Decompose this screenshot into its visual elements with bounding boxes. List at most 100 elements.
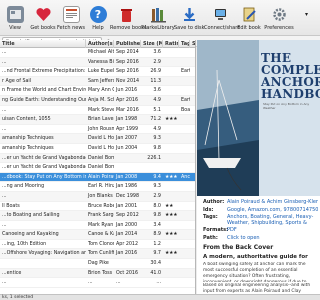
save-icon: [181, 6, 198, 23]
cell-title: ll Boats: [2, 203, 20, 209]
cell-published: Apr 1999: [116, 126, 139, 132]
table-row[interactable]: ... Vanessa BirdSep 2016 2.9: [0, 57, 195, 68]
cell-author: Daniel Bom...: [88, 165, 114, 171]
table-row[interactable]: ............: [0, 278, 195, 288]
column-header-rating[interactable]: Rating: [163, 40, 179, 48]
cell-rating: [163, 163, 179, 173]
cell-author: Mark Ryan: [88, 222, 114, 228]
toolbar-overflow-button[interactable]: ▾: [298, 2, 312, 34]
cell-title: ...er un Yacht de Grand Vagabondage Océa…: [2, 165, 86, 171]
column-header-size[interactable]: Size (MB): [141, 40, 163, 48]
table-row[interactable]: n Frame the World and Chart Environmenta…: [0, 86, 195, 96]
table-row[interactable]: ...ng and Mooring Earl R. Hinz Jan 1986 9.3: [0, 182, 195, 192]
cell-rating: [163, 278, 179, 288]
table-row[interactable]: ... John Rousmani...Apr 1999 4.9: [0, 125, 195, 135]
table-row[interactable]: ...ing, 10th Edition Tom Clonon Apr 2012 1.…: [0, 240, 195, 250]
table-row[interactable]: ...er un Yacht de Grand Vagabondage Océa…: [0, 153, 195, 164]
book-cover[interactable]: THE COMPLETE ANCHORING HANDBOOK Stay Put…: [197, 40, 320, 196]
cell-size: 9.3: [153, 136, 161, 142]
table-row[interactable]: ... Michael Alta...Sep 2014 3.6: [0, 48, 195, 58]
table-row[interactable]: amanship Techniques David L HouseJan 2007…: [0, 134, 195, 144]
table-row[interactable]: ... Mark StevensMar 2016 5.1 Boating, Earth…: [0, 106, 195, 116]
metadata-ids: Ids: Google, Amazon.com, 9780071475082: [203, 206, 318, 214]
fetch-news-button[interactable]: Fetch news: [56, 2, 86, 34]
table-row[interactable]: amanship Techniques David L HouseJun 2004…: [0, 144, 195, 154]
help-icon: ?: [89, 6, 107, 23]
remove-books-button[interactable]: Remove books: [110, 2, 147, 34]
view-button[interactable]: View: [0, 2, 30, 34]
cell-series: [190, 144, 195, 154]
cell-tags: [179, 269, 190, 279]
table-row[interactable]: ...entice Brion Toss Oct 2016 41.0: [0, 268, 195, 279]
cell-series: [190, 134, 195, 144]
cell-tags: [179, 144, 190, 154]
cell-rating: [163, 221, 179, 231]
tags-links[interactable]: Anchors, Boating, General, Heavy-Weather…: [227, 214, 318, 226]
column-header-published[interactable]: Published: [114, 40, 141, 48]
cell-rating: [163, 192, 179, 202]
share-icon: [212, 6, 229, 23]
get-books-button[interactable]: Get books: [30, 2, 56, 34]
column-header-title[interactable]: Title: [0, 40, 86, 48]
cell-tags: [179, 192, 190, 202]
preferences-button[interactable]: Preferences: [262, 2, 296, 34]
cell-size: ...: [156, 280, 161, 286]
cell-size: 3.4: [153, 222, 161, 228]
cell-tags: [179, 77, 190, 87]
cell-title: ...ing, 10th Edition: [2, 241, 47, 247]
cell-published: Dec 1998: [116, 193, 140, 199]
table-row[interactable]: ...er un Yacht de Grand Vagabondage Océa…: [0, 163, 195, 173]
cell-series: [190, 269, 195, 279]
cell-rating: [163, 240, 179, 250]
cell-title: ...: [2, 280, 7, 286]
format-pdf-link[interactable]: PDF: [227, 226, 318, 234]
cell-title: ...: [2, 50, 7, 55]
heart-icon: [35, 6, 52, 23]
cell-published: Jan 2008: [116, 174, 138, 180]
metadata-path: Path: Click to open: [203, 234, 318, 242]
cell-tags: [179, 48, 190, 58]
path-open-link[interactable]: Click to open: [227, 234, 318, 242]
cell-published: Apr 2016: [116, 97, 139, 103]
table-row[interactable]: Canoeing and Kayaking Canoe & Kay...Jan 2…: [0, 230, 195, 240]
cell-tags: [179, 259, 190, 269]
cell-size: 9.3: [153, 184, 161, 190]
cell-author: John Rousmani...: [88, 126, 114, 132]
connect-share-button[interactable]: Connect/share: [204, 2, 240, 34]
table-row[interactable]: ...dbook: Stay Put on Any Bottom in Any …: [0, 172, 195, 183]
ids-link[interactable]: Google, Amazon.com, 9780071475082: [227, 206, 318, 214]
cell-size: 4.9: [153, 97, 161, 103]
status-bar: ks, 1 selected: [0, 294, 320, 300]
chevron-down-icon: ▾: [304, 11, 308, 18]
save-to-disk-button[interactable]: Save to disk: [174, 2, 205, 34]
column-header-tags[interactable]: Tags: [179, 40, 190, 48]
table-row[interactable]: ... Jon Blanks Dec 1998 2.9: [0, 191, 195, 202]
library-button[interactable]: MarkeLibrary: [142, 2, 175, 34]
table-row[interactable]: ... Mark Ryan Jan 2000 3.4: [0, 221, 195, 231]
table-row[interactable]: ...to Boating and Sailing Frank SargentSe…: [0, 211, 195, 221]
author-link[interactable]: Alain Poiraud & Achim Ginsberg-Klemmt: [227, 198, 318, 206]
table-row[interactable]: ...Offshore Voyaging: Navigation and Y..…: [0, 249, 195, 260]
metadata-author: Author: Alain Poiraud & Achim Ginsberg-K…: [203, 198, 318, 206]
table-row[interactable]: ll Boats Bruce RobertsJan 2001 8.0 ★★: [0, 202, 195, 212]
cell-title: [0, 259, 86, 269]
table-row[interactable]: r Age of Sail Sam JeffersonNov 2014 11.3: [0, 76, 195, 87]
cell-tags: [179, 249, 190, 259]
preferences-icon: [271, 6, 288, 23]
column-header-series[interactable]: Se: [190, 40, 195, 48]
column-header-authors[interactable]: Author(s): [86, 40, 114, 48]
help-button[interactable]: ? Help: [86, 2, 110, 34]
blurb-paragraph-2: Based on original engineering analysis--…: [203, 283, 311, 294]
cell-series: [190, 67, 195, 77]
table-row[interactable]: Dag Pike 30.4: [0, 259, 195, 269]
cell-tags: Anchors, Boatin...: [181, 174, 190, 180]
cell-rating: [163, 86, 179, 96]
cell-published: Sep 2014: [116, 50, 139, 55]
table-row[interactable]: ng Guide Earth: Understanding Our Envi..…: [0, 95, 195, 106]
cell-author: Luke Eupelisk...: [88, 69, 114, 75]
edit-book-button[interactable]: Edit book: [236, 2, 262, 34]
cell-series: [190, 202, 195, 212]
cover-subtitle: Stay Put on Any Bottom in Any Weather: [263, 102, 310, 110]
table-row[interactable]: uisan Content, 1055 Brian LaveryJan 1998 7…: [0, 115, 195, 125]
table-row[interactable]: ...nd Frontal Extreme Precipitation: Stu…: [0, 67, 195, 77]
